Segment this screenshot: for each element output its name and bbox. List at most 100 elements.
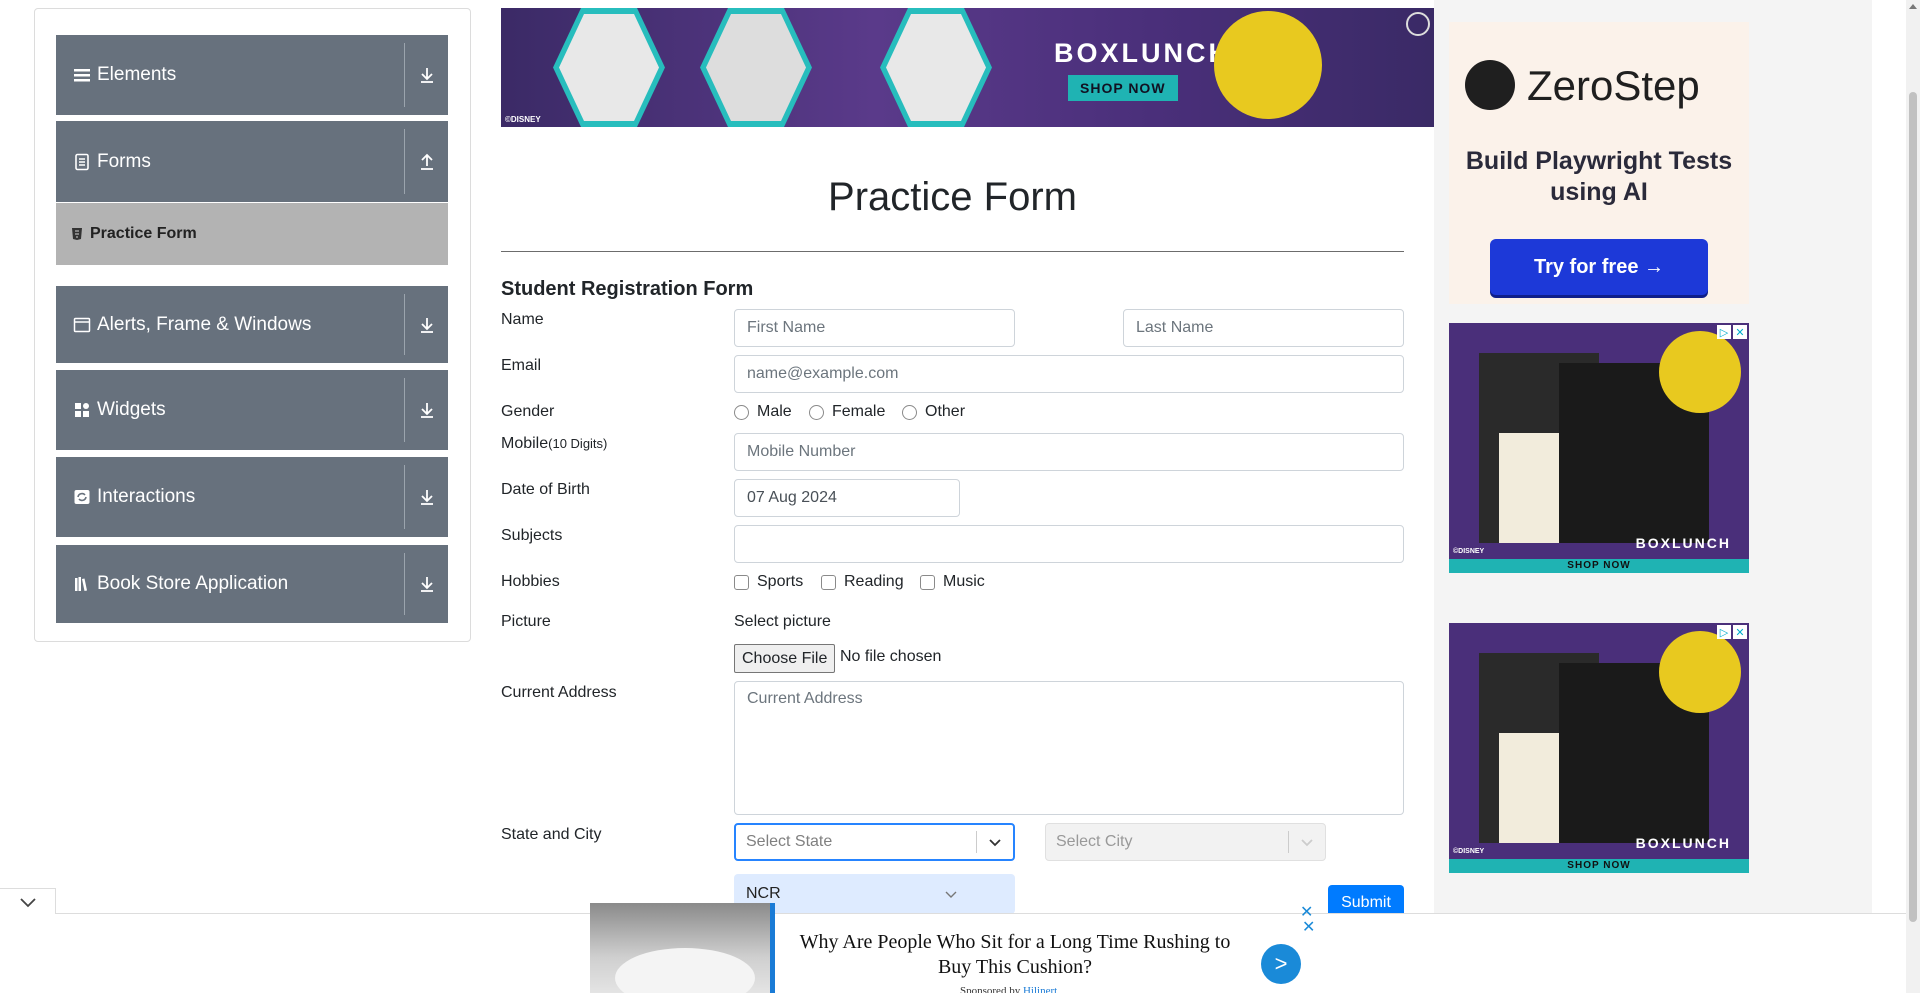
current-address-textarea[interactable]: Current Address (734, 681, 1404, 815)
ad-accent-strip (770, 903, 775, 993)
radio-button[interactable] (734, 404, 749, 420)
zerostep-logo (1465, 60, 1515, 110)
chevron-down-icon (945, 891, 957, 898)
mobile-input[interactable]: Mobile Number (734, 433, 1404, 471)
sidebar-group-elements[interactable]: Elements (56, 35, 448, 115)
sidebar-group-label: Widgets (97, 399, 166, 420)
state-city-label: State and City (501, 826, 602, 843)
checkbox[interactable] (734, 574, 749, 590)
radio-label: Male (757, 403, 792, 420)
last-name-input[interactable]: Last Name (1123, 309, 1404, 347)
download-icon[interactable] (414, 312, 440, 338)
mobile-label-text: Mobile (501, 435, 549, 452)
adchoices-icon[interactable]: ▷ (1717, 625, 1731, 639)
sidebar-group-alerts[interactable]: Alerts, Frame & Windows (56, 286, 448, 363)
sidebar-group-label: Forms (97, 150, 151, 172)
mobile-label: Mobile(10 Digits) (501, 435, 607, 453)
email-input[interactable]: name@example.com (734, 355, 1404, 393)
adchoices-icon[interactable]: ▷ (1717, 325, 1731, 339)
first-name-input[interactable]: First Name (734, 309, 1015, 347)
scrollbar-thumb[interactable] (1909, 92, 1917, 922)
bag-image (700, 8, 812, 127)
zerostep-ad[interactable]: ZeroStep Build Playwright Tests using AI… (1449, 22, 1749, 304)
hobbies-label: Hobbies (501, 573, 560, 590)
scroll-up-icon[interactable] (1909, 4, 1917, 9)
sidebar-group-forms[interactable]: Forms (56, 121, 448, 202)
sidebar-group-label: Alerts, Frame & Windows (97, 313, 312, 335)
sidebar-group-interactions[interactable]: Interactions (56, 457, 448, 537)
sidebar-group-widgets[interactable]: Widgets (56, 370, 448, 450)
sponsor-name[interactable]: Hilinert (1023, 985, 1057, 993)
collapse-ad-button[interactable] (0, 888, 56, 914)
divider (404, 129, 405, 194)
boxlunch-square-ad[interactable]: BOXLUNCH ©DISNEY SHOP NOW ▷ ✕ (1449, 323, 1749, 573)
ad-disney: ©DISNEY (1453, 548, 1485, 555)
close-icon[interactable]: ✕ (1733, 625, 1747, 639)
current-address-label: Current Address (501, 684, 617, 701)
download-icon[interactable] (414, 62, 440, 88)
banner-shop-now[interactable]: SHOP NOW (1068, 75, 1178, 101)
cushion-image[interactable] (590, 903, 773, 993)
gender-radio-female[interactable]: Female (809, 403, 885, 421)
date-of-birth-input[interactable]: 07 Aug 2024 (734, 479, 960, 517)
mobile-hint: (10 Digits) (548, 436, 608, 451)
left-nav-panel: Elements Forms Practice Form Alerts, Fra… (34, 8, 471, 642)
email-label: Email (501, 357, 542, 374)
form-subtitle: Student Registration Form (501, 278, 754, 300)
subjects-input[interactable] (734, 525, 1404, 563)
close-icon[interactable]: ✕ (1733, 325, 1747, 339)
ad-headline[interactable]: Why Are People Who Sit for a Long Time R… (790, 930, 1240, 980)
ad-shop-now[interactable]: SHOP NOW (1449, 859, 1749, 873)
gender-radio-male[interactable]: Male (734, 403, 792, 421)
ad-choices[interactable]: ▷ ✕ (1717, 325, 1747, 339)
chevron-down-icon (19, 897, 36, 907)
page-scrollbar[interactable] (1906, 0, 1920, 993)
nightmare-before-christmas-logo (1214, 11, 1322, 119)
checkbox-label: Reading (844, 573, 904, 590)
zerostep-name: ZeroStep (1527, 62, 1700, 109)
hobby-checkbox-reading[interactable]: Reading (821, 573, 904, 591)
sidebar-group-book-store[interactable]: Book Store Application (56, 545, 448, 623)
divider (404, 43, 405, 107)
page-title: Practice Form (828, 175, 1077, 219)
chevron-down-icon[interactable] (977, 834, 1013, 850)
state-select[interactable]: Select State (734, 823, 1015, 861)
file-status: No file chosen (840, 648, 942, 665)
divider (404, 378, 405, 442)
download-icon[interactable] (414, 397, 440, 423)
download-icon[interactable] (414, 571, 440, 597)
dob-label: Date of Birth (501, 481, 590, 498)
chevron-down-icon[interactable] (1289, 834, 1325, 850)
city-select[interactable]: Select City (1045, 823, 1326, 861)
divider (404, 294, 405, 355)
window-icon (73, 317, 91, 332)
hobby-checkbox-music[interactable]: Music (920, 573, 985, 591)
ad-shop-now[interactable]: SHOP NOW (1449, 559, 1749, 573)
books-icon (75, 577, 87, 591)
choose-file-button[interactable]: Choose File (734, 644, 836, 673)
divider (404, 465, 405, 529)
checkbox[interactable] (920, 574, 935, 590)
hobby-checkbox-sports[interactable]: Sports (734, 573, 803, 591)
sponsor-prefix: Sponsored by (960, 985, 1021, 993)
ad-choices[interactable]: ▷ ✕ (1717, 625, 1747, 639)
state-dropdown-option[interactable]: NCR (734, 874, 1015, 914)
gender-radio-other[interactable]: Other (902, 403, 965, 421)
try-for-free-button[interactable]: Try for free → (1490, 239, 1708, 295)
radio-button[interactable] (902, 404, 917, 420)
download-icon[interactable] (414, 484, 440, 510)
ad-go-button[interactable]: > (1261, 944, 1301, 984)
close-icon[interactable]: ✕ (1302, 917, 1315, 937)
upload-icon[interactable] (414, 149, 440, 175)
sidebar-item-practice-form[interactable]: Practice Form (56, 203, 448, 265)
boxlunch-square-ad[interactable]: BOXLUNCH ©DISNEY SHOP NOW ▷ ✕ (1449, 623, 1749, 873)
swirl-icon (1406, 12, 1430, 36)
sidebar-group-label: Book Store Application (97, 573, 289, 594)
checkbox[interactable] (821, 574, 836, 590)
jersey-image (553, 8, 665, 127)
radio-button[interactable] (809, 404, 824, 420)
name-label: Name (501, 311, 544, 328)
sidebar-item-label: Practice Form (90, 225, 197, 242)
top-banner-ad[interactable]: BOXLUNCH SHOP NOW ©DISNEY (501, 8, 1434, 127)
banner-brand: BOXLUNCH (1054, 38, 1231, 68)
